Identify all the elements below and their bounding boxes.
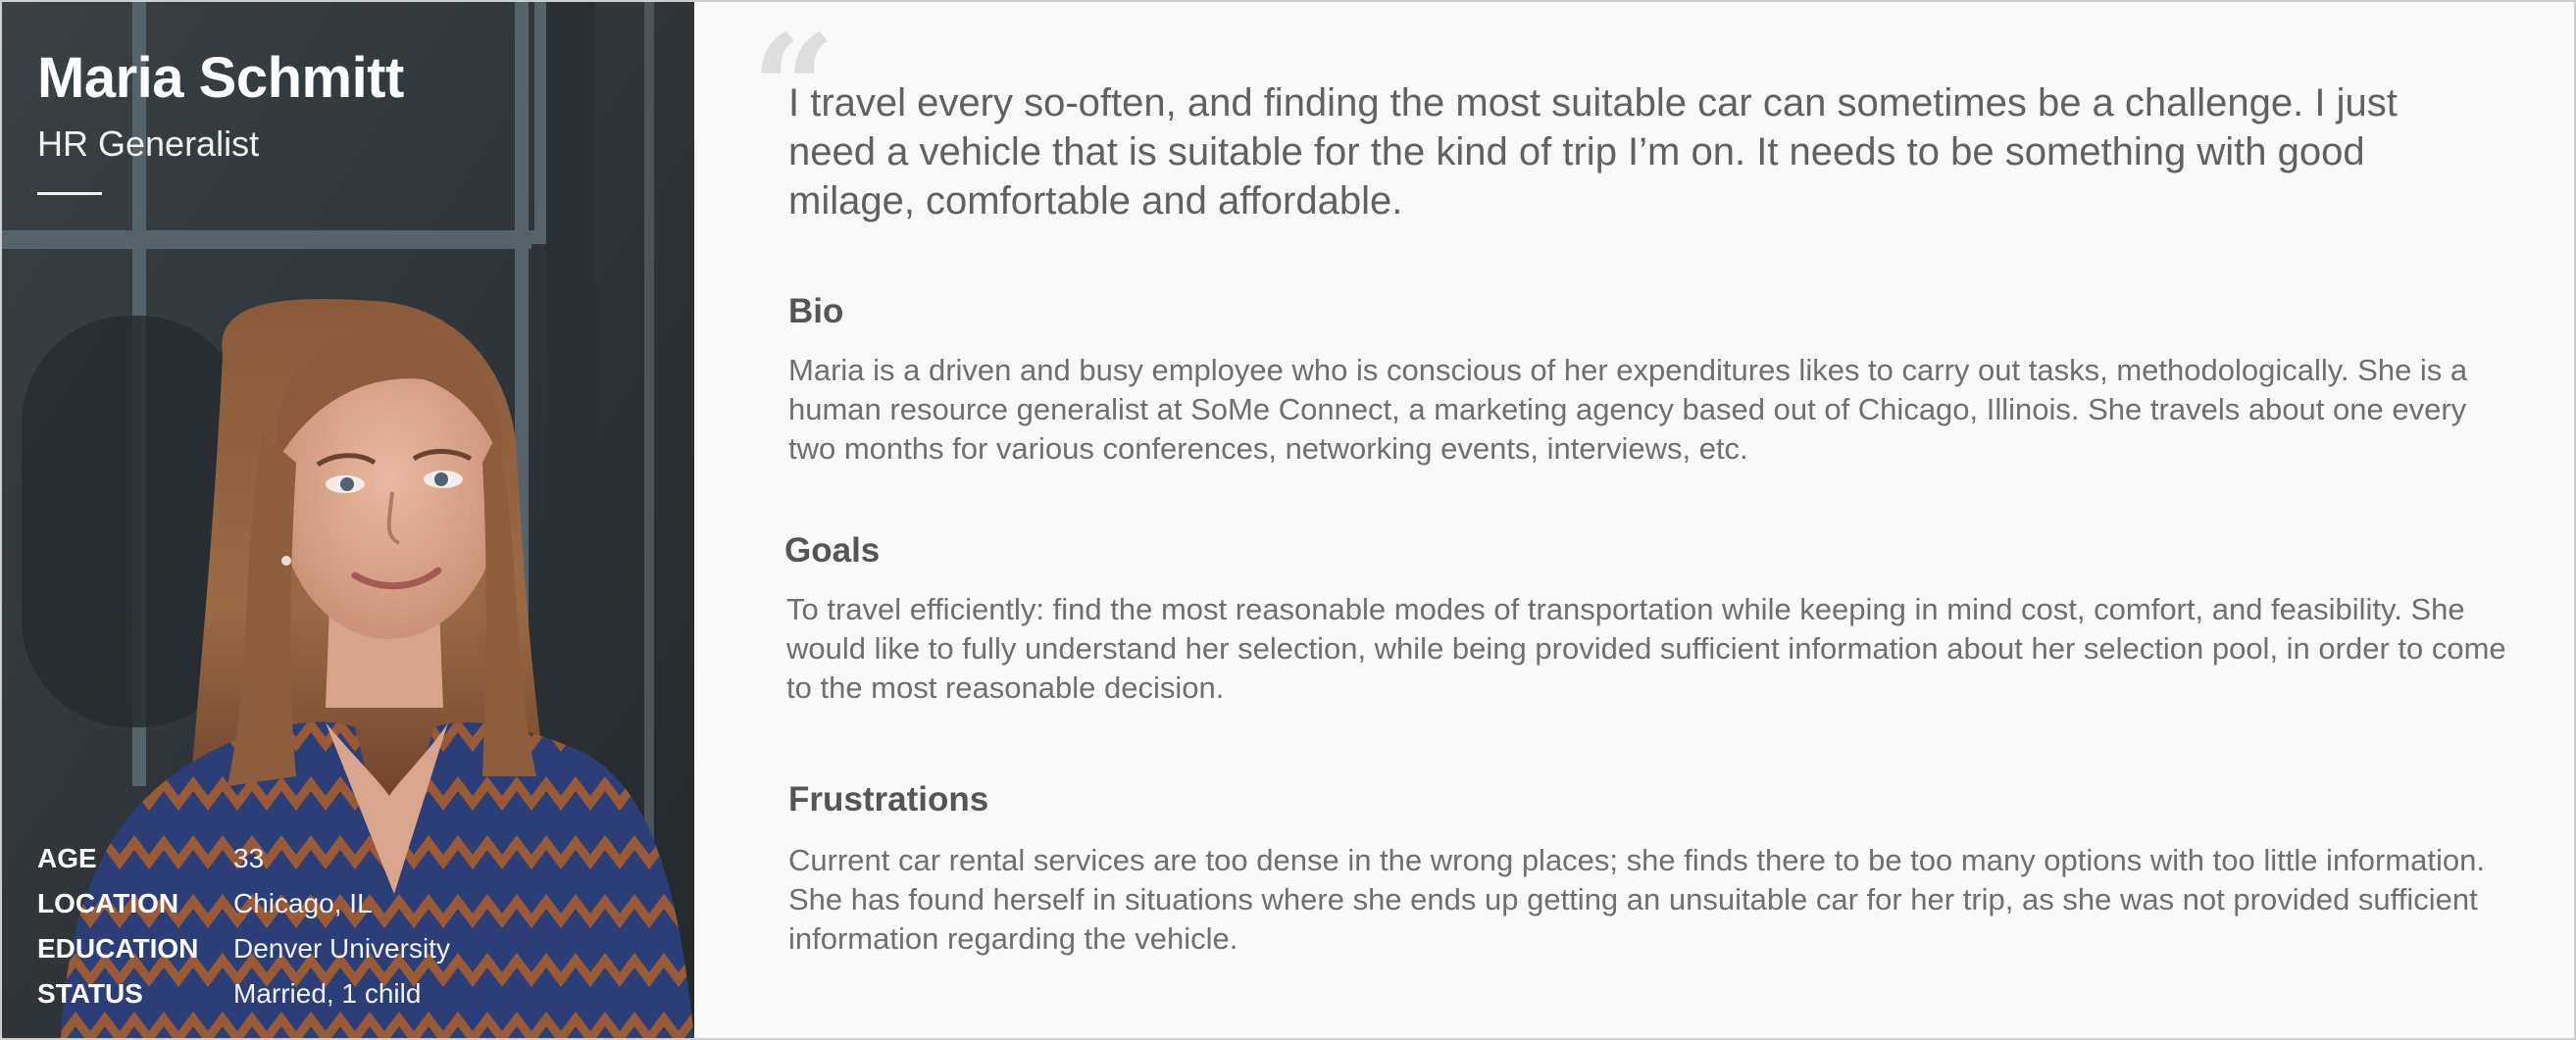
stat-label: AGE [37,843,97,873]
goals-title: Goals [784,531,881,570]
stat-row-age: AGE 33 [37,836,645,881]
persona-name: Maria Schmitt [37,46,404,110]
frustrations-text: Current car rental services are too dens… [788,843,2486,956]
stat-label: LOCATION [37,888,179,918]
stat-row-status: STATUS Married, 1 child [37,971,645,1016]
name-divider [37,192,102,195]
persona-stats: AGE 33 LOCATION Chicago, IL EDUCATION De… [37,836,645,1016]
stat-label: EDUCATION [37,933,199,964]
goals-text: To travel efficiently: find the most rea… [786,592,2506,705]
bio-text: Maria is a driven and busy employee who … [788,353,2468,466]
bio-title: Bio [788,292,844,330]
persona-details: “ I travel every so-often, and finding t… [694,2,2574,1038]
stat-label: STATUS [37,978,143,1009]
stat-value: Denver University [233,933,450,964]
persona-role: HR Generalist [37,124,260,164]
frustrations-title: Frustrations [788,780,989,818]
stat-row-location: LOCATION Chicago, IL [37,881,645,926]
stat-value: 33 [233,843,265,873]
persona-photo-panel: Maria Schmitt HR Generalist AGE 33 LOCAT… [2,2,694,1038]
persona-quote: I travel every so-often, and finding the… [788,81,2398,223]
persona-card: Maria Schmitt HR Generalist AGE 33 LOCAT… [0,0,2576,1040]
stat-row-education: EDUCATION Denver University [37,926,645,971]
stat-value: Chicago, IL [233,888,373,918]
stat-value: Married, 1 child [233,978,422,1009]
